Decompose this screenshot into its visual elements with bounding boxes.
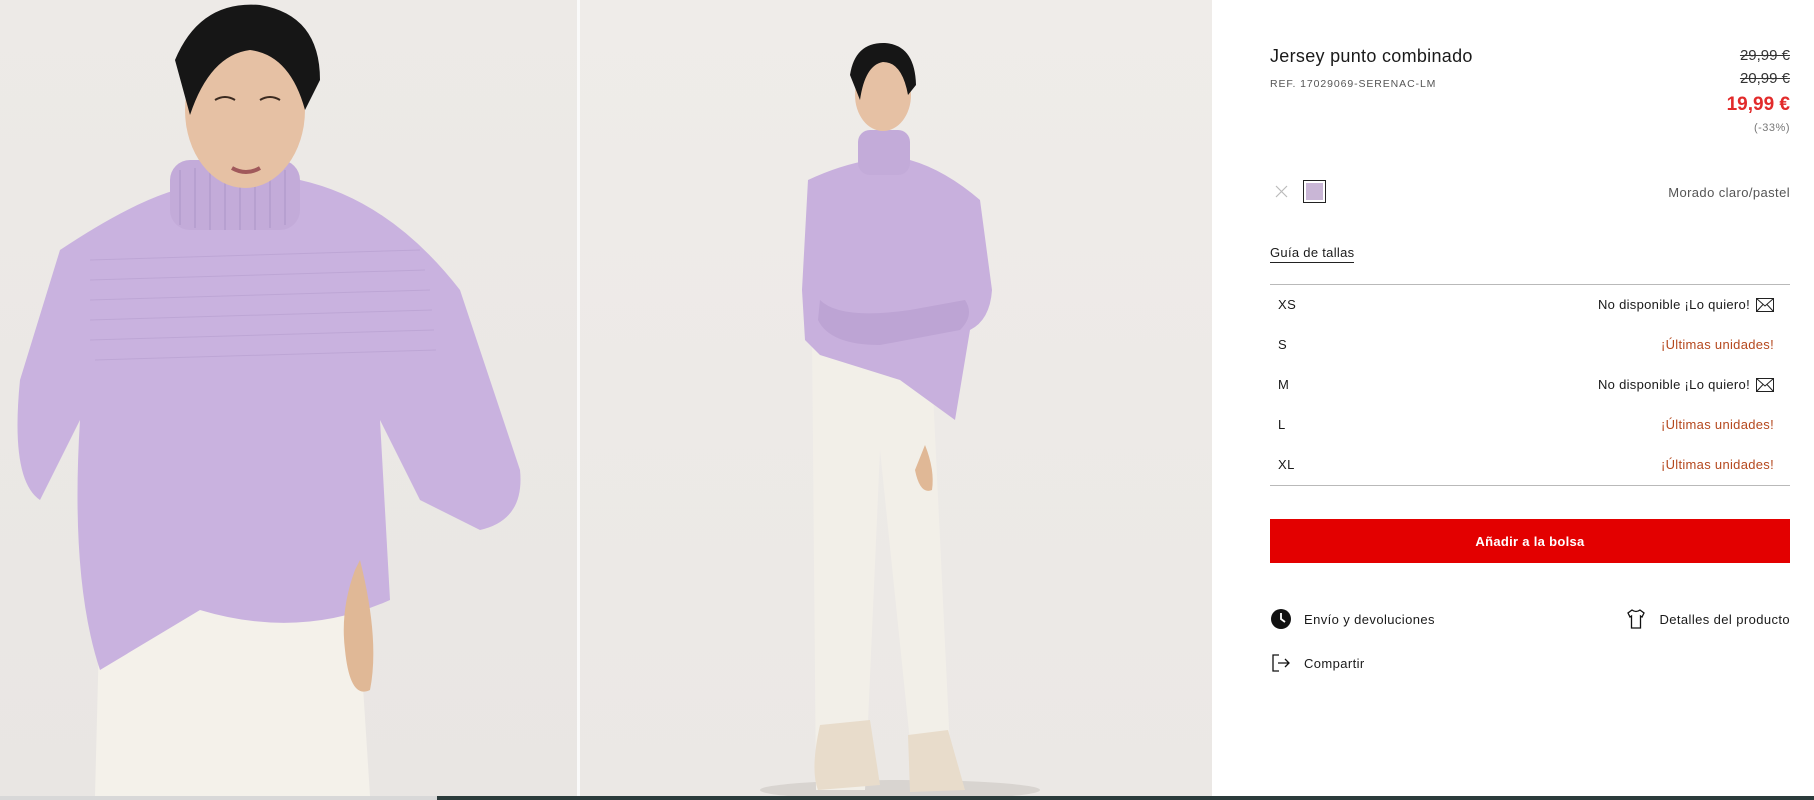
original-price: 29,99 €: [1739, 47, 1790, 64]
size-status: ¡Últimas unidades!: [1661, 417, 1774, 432]
tshirt-icon: [1627, 609, 1646, 629]
size-status-text: ¡Últimas unidades!: [1660, 417, 1774, 432]
price-block: 29,99 € 20,99 € 19,99 € (-33%): [1727, 44, 1790, 136]
size-option-m[interactable]: M No disponible ¡Lo quiero!: [1270, 365, 1790, 405]
size-option-l[interactable]: L ¡Últimas unidades!: [1270, 405, 1790, 445]
size-option-s[interactable]: S ¡Últimas unidades!: [1270, 325, 1790, 365]
size-status: ¡Últimas unidades!: [1661, 337, 1774, 352]
previous-price: 20,99 €: [1739, 70, 1790, 87]
size-status: ¡Últimas unidades!: [1661, 457, 1774, 472]
size-status-text: ¡Últimas unidades!: [1660, 457, 1774, 472]
size-label: L: [1278, 417, 1286, 432]
size-list: XS No disponible ¡Lo quiero! S ¡Últimas …: [1270, 284, 1790, 486]
color-swatch-fill: [1306, 183, 1323, 200]
product-details-link[interactable]: Detalles del producto: [1625, 608, 1790, 630]
clock-icon: [1271, 609, 1291, 629]
share-link[interactable]: Compartir: [1270, 652, 1365, 674]
cross-icon[interactable]: [1270, 180, 1293, 203]
size-status-text: ¡Últimas unidades!: [1660, 337, 1774, 352]
share-label: Compartir: [1304, 655, 1365, 671]
shipping-returns-link[interactable]: Envío y devoluciones: [1270, 608, 1435, 630]
share-icon: [1272, 654, 1290, 672]
size-label: XL: [1278, 457, 1295, 472]
size-guide-link[interactable]: Guía de tallas: [1270, 245, 1355, 263]
product-reference: REF. 17029069-SERENAC-LM: [1270, 78, 1437, 90]
size-status-text: No disponible ¡Lo quiero!: [1597, 377, 1750, 392]
product-title: Jersey punto combinado: [1270, 46, 1473, 66]
size-label: XS: [1278, 297, 1297, 312]
shipping-returns-label: Envío y devoluciones: [1304, 611, 1435, 627]
product-gallery: [0, 0, 1212, 796]
discount-percent: (-33%): [1753, 122, 1790, 134]
color-swatch[interactable]: [1303, 180, 1326, 203]
current-price: 19,99 €: [1726, 94, 1790, 115]
scrollbar-thumb[interactable]: [437, 796, 1814, 800]
color-name: Morado claro/pastel: [1668, 185, 1790, 200]
product-photo-fullbody[interactable]: [580, 0, 1212, 796]
add-to-bag-button[interactable]: Añadir a la bolsa: [1270, 519, 1790, 563]
mail-icon[interactable]: [1756, 297, 1774, 312]
size-label: S: [1278, 337, 1288, 352]
size-option-xs[interactable]: XS No disponible ¡Lo quiero!: [1270, 285, 1790, 325]
size-label: M: [1278, 377, 1290, 392]
product-photo-closeup[interactable]: [0, 0, 577, 796]
mail-icon[interactable]: [1756, 377, 1774, 392]
size-status: No disponible ¡Lo quiero!: [1598, 297, 1774, 312]
size-status: No disponible ¡Lo quiero!: [1598, 377, 1774, 392]
gallery-scrollbar[interactable]: [0, 796, 1814, 800]
product-info-panel: Jersey punto combinado REF. 17029069-SER…: [1270, 0, 1790, 796]
size-status-text: No disponible ¡Lo quiero!: [1597, 297, 1750, 312]
product-details-label: Detalles del producto: [1659, 611, 1790, 627]
size-option-xl[interactable]: XL ¡Últimas unidades!: [1270, 445, 1790, 485]
